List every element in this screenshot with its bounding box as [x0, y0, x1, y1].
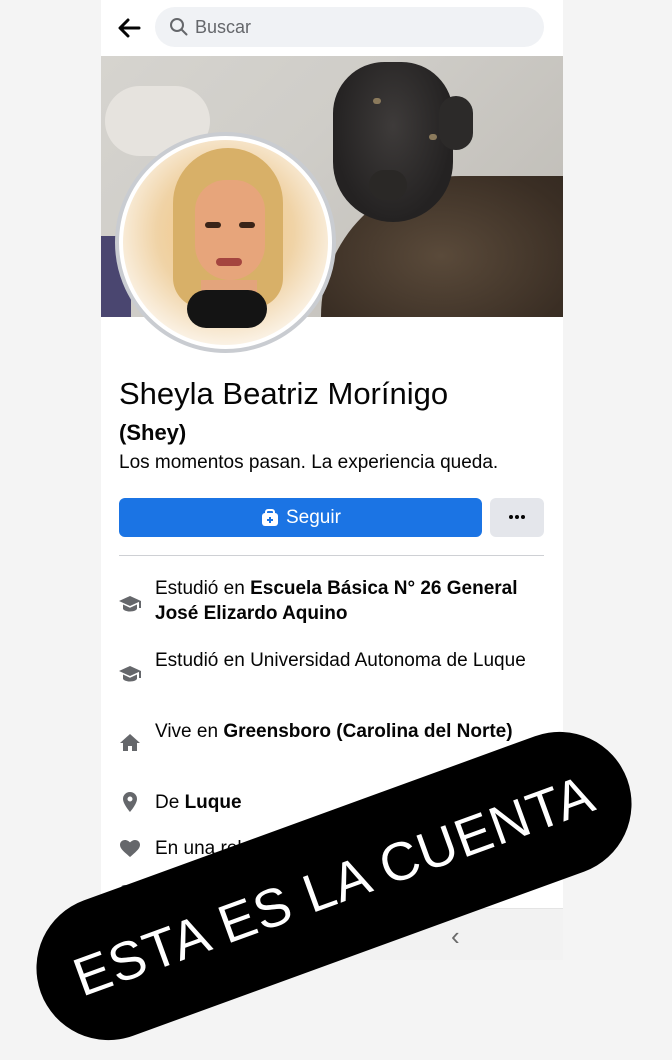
back-arrow-icon[interactable]: [115, 14, 143, 42]
info-text: Vive en Greensboro (Carolina del Norte): [155, 719, 535, 744]
top-bar: Buscar: [101, 0, 563, 56]
more-dot-icon: [521, 515, 525, 519]
heart-icon: [120, 840, 140, 857]
info-prefix: Vive en: [155, 721, 224, 742]
profile-bio: Los momentos pasan. La experiencia queda…: [119, 452, 499, 473]
dog-eye: [429, 134, 437, 140]
dog-snout: [369, 170, 407, 200]
info-prefix: Estudió en: [155, 578, 251, 599]
info-prefix: Estudió en Universidad Autonoma de Luque: [155, 650, 526, 671]
follow-label: Seguir: [286, 507, 341, 528]
profile-nickname: (Shey): [119, 420, 187, 445]
divider: [119, 555, 544, 556]
info-prefix: De: [155, 792, 185, 813]
home-icon: [120, 734, 140, 751]
profile-avatar[interactable]: [115, 132, 336, 353]
follow-icon: [262, 509, 278, 526]
info-text: Estudió en Universidad Autonoma de Luque: [155, 648, 535, 673]
graduation-cap-icon: [119, 596, 141, 612]
dog-ear: [439, 96, 473, 150]
dog-eye: [373, 98, 381, 104]
graduation-cap-icon: [119, 666, 141, 682]
follow-button[interactable]: Seguir: [119, 498, 482, 537]
avatar-lips: [216, 258, 242, 266]
avatar-eye: [239, 222, 255, 228]
info-bold: Luque: [184, 792, 242, 813]
info-bold: Greensboro (Carolina del Norte): [223, 721, 513, 742]
avatar-illustration: [123, 140, 328, 345]
more-dot-icon: [515, 515, 519, 519]
info-text: Estudió en Escuela Básica N° 26 General …: [155, 576, 535, 626]
location-pin-icon: [123, 792, 137, 812]
more-dot-icon: [509, 515, 513, 519]
search-icon: [170, 18, 188, 36]
nav-back-icon[interactable]: ‹: [451, 921, 460, 952]
search-placeholder: Buscar: [195, 17, 252, 37]
profile-name: Sheyla Beatriz Morínigo: [119, 376, 449, 411]
avatar-choker: [187, 290, 267, 328]
search-input[interactable]: Buscar: [155, 7, 544, 47]
avatar-eye: [205, 222, 221, 228]
more-options-button[interactable]: [490, 498, 544, 537]
